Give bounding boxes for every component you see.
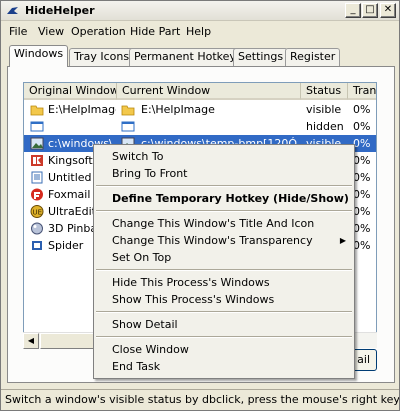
folder-icon	[30, 103, 44, 116]
menu-item-label: Change This Window's Transparency	[112, 234, 313, 247]
menu-item-label: Switch To	[112, 150, 164, 163]
menu-separator	[96, 269, 352, 271]
menu-item-label: Bring To Front	[112, 167, 188, 180]
foxmail-icon	[30, 188, 44, 201]
menu-item-label: Show Detail	[112, 318, 178, 331]
tab-settings[interactable]: Settings	[233, 48, 289, 66]
cell-original-window: E:\HelpImage	[48, 103, 116, 116]
menu-file[interactable]: File	[9, 25, 27, 38]
menu-item-label: Close Window	[112, 343, 189, 356]
app-logo-icon	[7, 7, 18, 14]
menu-item-set-on-top[interactable]: Set On Top	[94, 249, 354, 266]
menu-bar: File View Operation Hide Part Help	[1, 22, 399, 40]
menu-view[interactable]: View	[38, 25, 64, 38]
cell-status: visible	[306, 103, 342, 116]
column-status[interactable]: Status	[301, 83, 348, 100]
close-button[interactable]: ✕	[380, 3, 396, 18]
menu-separator	[96, 210, 352, 212]
close-icon: ✕	[383, 4, 393, 15]
column-original-window[interactable]: Original Window	[24, 83, 117, 100]
notepad-icon	[30, 171, 44, 184]
cell-transparency: 0%	[353, 120, 371, 133]
column-current-window[interactable]: Current Window	[117, 83, 301, 100]
folder-icon	[121, 103, 135, 116]
tab-strip: Windows Tray Icons Permanent Hotkeys Set…	[7, 45, 395, 67]
menu-item-hide-this-process-s-windows[interactable]: Hide This Process's Windows	[94, 274, 354, 291]
title-bar[interactable]: HideHelper _ □ ✕	[1, 1, 399, 21]
menu-hide-part[interactable]: Hide Part	[130, 25, 180, 38]
tab-permanent-hotkeys[interactable]: Permanent Hotkeys	[129, 48, 247, 66]
tab-windows[interactable]: Windows	[9, 45, 69, 67]
cell-transparency: 0%	[353, 103, 371, 116]
menu-separator	[96, 311, 352, 313]
table-row[interactable]: hidden 0%	[24, 118, 376, 135]
column-transparency[interactable]: Tran	[348, 83, 376, 100]
tab-register[interactable]: Register	[285, 48, 341, 66]
context-menu: Switch To Bring To Front Define Temporary …	[93, 144, 355, 379]
cell-status: hidden	[306, 120, 344, 133]
menu-item-define-temporary-hotkey-hide-show[interactable]: Define Temporary Hotkey (Hide/Show)	[94, 190, 354, 207]
menu-item-change-this-window-s-transparency[interactable]: Change This Window's Transparency ▶	[94, 232, 354, 249]
cell-transparency: 0%	[353, 239, 371, 252]
menu-item-change-this-window-s-title-and-icon[interactable]: Change This Window's Title And Icon	[94, 215, 354, 232]
blank-window-icon	[121, 120, 135, 133]
window-title: HideHelper	[25, 4, 95, 17]
menu-item-label: Set On Top	[112, 251, 172, 264]
menu-separator	[96, 185, 352, 187]
app-window: HideHelper _ □ ✕ File View Operation Hid…	[0, 0, 400, 411]
cell-transparency: 0%	[353, 188, 371, 201]
menu-item-show-this-process-s-windows[interactable]: Show This Process's Windows	[94, 291, 354, 308]
cell-transparency: 0%	[353, 137, 371, 150]
maximize-button[interactable]: □	[362, 3, 378, 18]
scroll-left-icon: ◀	[27, 336, 35, 345]
menu-help[interactable]: Help	[186, 25, 211, 38]
kingsoft-icon	[30, 154, 44, 167]
list-header: Original Window Current Window Status Tr…	[24, 83, 376, 100]
scroll-left-button[interactable]: ◀	[23, 333, 39, 349]
cell-transparency: 0%	[353, 171, 371, 184]
menu-item-switch-to[interactable]: Switch To	[94, 148, 354, 165]
table-row[interactable]: E:\HelpImage E:\HelpImage visible 0%	[24, 101, 376, 118]
menu-item-label: Define Temporary Hotkey (Hide/Show)	[112, 192, 349, 205]
menu-item-end-task[interactable]: End Task	[94, 358, 354, 375]
ultraedit-icon: UE	[30, 205, 44, 218]
blank-window-icon	[30, 120, 44, 133]
menu-item-label: End Task	[112, 360, 161, 373]
cell-current-window	[141, 118, 300, 135]
maximize-icon: □	[365, 4, 375, 15]
menu-item-close-window[interactable]: Close Window	[94, 341, 354, 358]
pinball-icon	[30, 222, 44, 235]
status-bar: Switch a window's visible status by dbcl…	[1, 389, 399, 410]
cell-transparency: 0%	[353, 205, 371, 218]
spider-icon	[30, 239, 44, 252]
menu-item-label: Hide This Process's Windows	[112, 276, 270, 289]
menu-item-label: Change This Window's Title And Icon	[112, 217, 315, 230]
cell-transparency: 0%	[353, 222, 371, 235]
menu-item-label: Show This Process's Windows	[112, 293, 275, 306]
menu-item-show-detail[interactable]: Show Detail	[94, 316, 354, 333]
cell-original-window	[48, 118, 116, 135]
image-icon	[30, 137, 44, 150]
submenu-arrow-icon: ▶	[339, 236, 346, 245]
svg-text:UE: UE	[33, 209, 43, 217]
menu-operation[interactable]: Operation	[71, 25, 126, 38]
minimize-icon: _	[350, 4, 356, 15]
menu-separator	[96, 336, 352, 338]
minimize-button[interactable]: _	[345, 3, 361, 18]
cell-transparency: 0%	[353, 154, 371, 167]
tab-tray-icons[interactable]: Tray Icons	[69, 48, 135, 66]
menu-item-bring-to-front[interactable]: Bring To Front	[94, 165, 354, 182]
cell-current-window: E:\HelpImage	[141, 103, 215, 116]
